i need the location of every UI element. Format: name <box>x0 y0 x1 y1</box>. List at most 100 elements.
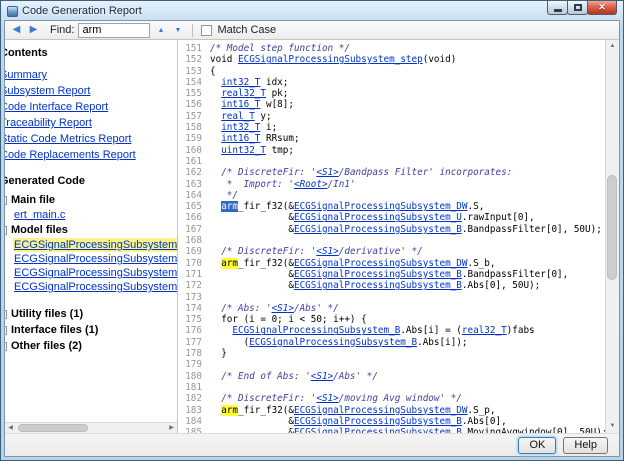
tree-node-row[interactable]: +Utility files (1) <box>5 306 178 322</box>
code-segment: _fir_f32(& <box>238 258 294 269</box>
help-button[interactable]: Help <box>563 437 608 454</box>
line-number: 159 <box>178 133 210 144</box>
code-link[interactable]: ECGSignalProcessingSubsystem_step <box>238 54 423 65</box>
sidebar-link[interactable]: Traceability Report <box>5 115 92 131</box>
code-link[interactable]: ECGSignalProcessingSubsystem_B <box>232 325 400 336</box>
code-line: 166 &ECGSignalProcessingSubsystem_U.rawI… <box>178 212 605 223</box>
code-link[interactable]: ECGSignalProcessingSubsystem_B <box>249 337 417 348</box>
scroll-left-icon[interactable]: ◀ <box>5 423 16 434</box>
code-segment: pk; <box>266 88 288 99</box>
code-vertical-scrollbar[interactable]: ▲ ▼ <box>605 40 619 433</box>
code-text: real32_T pk; <box>210 88 288 99</box>
tree-node-row[interactable]: +Interface files (1) <box>5 322 178 338</box>
code-link[interactable]: int16_T <box>221 133 260 144</box>
line-number: 154 <box>178 77 210 88</box>
code-link[interactable]: real32_T <box>221 88 266 99</box>
code-link[interactable]: ECGSignalProcessingSubsystem_B <box>294 224 462 235</box>
code-text: */ <box>210 190 238 201</box>
code-link[interactable]: ECGSignalProcessingSubsystem_B <box>294 416 462 427</box>
comment-link[interactable]: <S1> <box>272 303 294 314</box>
file-link[interactable]: ECGSignalProcessingSubsystem_private.h <box>13 266 178 280</box>
scroll-down-icon[interactable]: ▼ <box>606 420 619 433</box>
tree-node-row[interactable]: +Other files (2) <box>5 338 178 354</box>
code-text: /* DiscreteFir: '<S1>/Bandpass Filter' i… <box>210 167 512 178</box>
code-segment <box>210 111 221 122</box>
code-link[interactable]: ECGSignalProcessingSubsystem_B <box>294 269 462 280</box>
code-link[interactable]: uint32_T <box>221 145 266 156</box>
file-link[interactable]: ert_main.c <box>13 208 66 222</box>
expand-icon[interactable]: + <box>5 326 7 335</box>
code-link[interactable]: int32_T <box>221 77 260 88</box>
code-link[interactable]: int16_T <box>221 99 260 110</box>
line-number: 167 <box>178 224 210 235</box>
sidebar-link[interactable]: Summary <box>5 67 47 83</box>
scroll-up-icon[interactable]: ▲ <box>606 40 619 53</box>
tree-node: +Interface files (1) <box>5 322 178 338</box>
comment-link[interactable]: <S1> <box>316 393 338 404</box>
sidebar-link[interactable]: Static Code Metrics Report <box>5 131 131 147</box>
code-link[interactable]: ECGSignalProcessingSubsystem_U <box>294 212 462 223</box>
maximize-button[interactable] <box>567 1 588 15</box>
code-link[interactable]: real32_T <box>462 325 507 336</box>
close-button[interactable]: ✕ <box>587 1 617 15</box>
collapse-icon[interactable]: - <box>5 226 7 235</box>
comment-link[interactable]: <Root> <box>294 179 328 190</box>
scrollbar-thumb[interactable] <box>18 424 88 432</box>
code-line: 182 /* DiscreteFir: '<S1>/moving Avg win… <box>178 393 605 404</box>
code-comment: /* Abs: ' <box>210 303 272 314</box>
file-link[interactable]: ECGSignalProcessingSubsystem_types.h <box>13 280 178 294</box>
code-segment: _fir_f32(& <box>238 201 294 212</box>
file-link[interactable]: ECGSignalProcessingSubsystem.h <box>13 252 178 266</box>
code-link[interactable]: ECGSignalProcessingSubsystem_DW <box>294 201 468 212</box>
code-line: 174 /* Abs: '<S1>/Abs' */ <box>178 303 605 314</box>
comment-link[interactable]: <S1> <box>316 167 338 178</box>
code-line: 162 /* DiscreteFir: '<S1>/Bandpass Filte… <box>178 167 605 178</box>
forward-arrow-icon[interactable]: ▶ <box>27 22 40 38</box>
scroll-right-icon[interactable]: ▶ <box>166 423 177 434</box>
code-segment: .Abs[0], <box>462 416 507 427</box>
code-generation-report-window: Code Generation Report ✕ ◀ ▶ Find: ▲ ▼ M… <box>0 0 624 461</box>
ok-button[interactable]: OK <box>518 437 556 454</box>
code-link[interactable]: ECGSignalProcessingSubsystem_B <box>294 280 462 291</box>
code-view[interactable]: 151/* Model step function */152void ECGS… <box>178 40 605 433</box>
find-next-icon[interactable]: ▼ <box>171 23 184 38</box>
line-number: 169 <box>178 246 210 257</box>
code-link[interactable]: ECGSignalProcessingSubsystem_DW <box>294 258 468 269</box>
find-previous-icon[interactable]: ▲ <box>154 23 167 38</box>
code-segment: } <box>210 348 227 359</box>
sidebar-horizontal-scrollbar[interactable]: ◀ ▶ <box>5 422 177 433</box>
titlebar[interactable]: Code Generation Report ✕ <box>4 1 620 20</box>
code-text: { <box>210 66 216 77</box>
line-number: 173 <box>178 292 210 303</box>
collapse-icon[interactable]: - <box>5 196 7 205</box>
code-line: 178 } <box>178 348 605 359</box>
file-link[interactable]: ECGSignalProcessingSubsystem.c <box>13 238 178 252</box>
code-link[interactable]: ECGSignalProcessingSubsystem_DW <box>294 405 468 416</box>
match-case-checkbox[interactable] <box>201 25 212 36</box>
sidebar-link[interactable]: Code Interface Report <box>5 99 108 115</box>
minimize-button[interactable] <box>547 1 568 15</box>
expand-icon[interactable]: + <box>5 342 7 351</box>
sidebar-link[interactable]: Code Replacements Report <box>5 147 136 163</box>
code-link[interactable]: real_T <box>221 111 255 122</box>
back-arrow-icon[interactable]: ◀ <box>10 22 23 38</box>
tree-node-row[interactable]: -Model files <box>5 222 178 238</box>
scrollbar-thumb[interactable] <box>607 175 617 280</box>
toolbar: ◀ ▶ Find: ▲ ▼ Match Case <box>5 21 619 40</box>
scrollbar-track[interactable] <box>16 423 166 433</box>
code-line: 184 &ECGSignalProcessingSubsystem_B.Abs[… <box>178 416 605 427</box>
code-link[interactable]: int32_T <box>221 122 260 133</box>
code-text: &ECGSignalProcessingSubsystem_U.rawInput… <box>210 212 535 223</box>
tree-node-row[interactable]: -Main file <box>5 192 178 208</box>
line-number: 151 <box>178 43 210 54</box>
expand-icon[interactable]: + <box>5 310 7 319</box>
comment-link[interactable]: <S1> <box>316 246 338 257</box>
sidebar-link[interactable]: Subsystem Report <box>5 83 90 99</box>
code-comment: /* DiscreteFir: ' <box>210 246 316 257</box>
code-text: int16_T RRsum; <box>210 133 300 144</box>
code-line: 172 &ECGSignalProcessingSubsystem_B.Abs[… <box>178 280 605 291</box>
line-number: 172 <box>178 280 210 291</box>
comment-link[interactable]: <S1> <box>311 371 333 382</box>
find-input[interactable] <box>78 23 150 38</box>
line-number: 158 <box>178 122 210 133</box>
